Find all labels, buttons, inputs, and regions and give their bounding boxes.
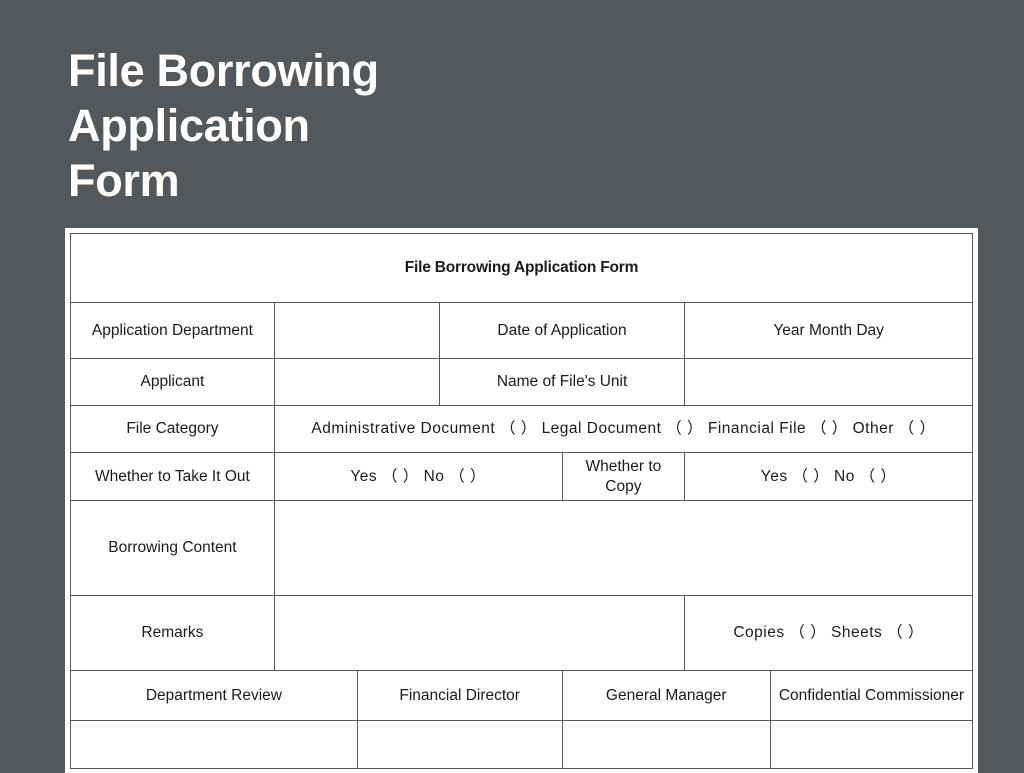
document-panel: File Borrowing Application Form Applicat… bbox=[65, 228, 978, 773]
take-it-out-options[interactable]: Yes （ ） No （ ） bbox=[273, 452, 563, 501]
application-department-label: Application Department bbox=[70, 302, 275, 359]
confidential-commissioner-label: Confidential Commissioner bbox=[769, 670, 974, 721]
applicant-label: Applicant bbox=[70, 358, 275, 406]
table-row-remarks: Remarks Copies （ ） Sheets （ ） bbox=[70, 595, 973, 671]
table-row-signature-headers: Department Review Financial Director Gen… bbox=[70, 670, 974, 721]
copies-sheets-counts[interactable]: Copies （ ） Sheets （ ） bbox=[684, 595, 973, 671]
borrowing-content-input[interactable] bbox=[273, 500, 974, 596]
take-it-out-label: Whether to Take It Out bbox=[70, 452, 275, 501]
applicant-input[interactable] bbox=[273, 358, 440, 406]
general-manager-input[interactable] bbox=[561, 720, 771, 769]
financial-director-label: Financial Director bbox=[356, 670, 563, 721]
whether-to-copy-options[interactable]: Yes （ ） No （ ） bbox=[684, 452, 973, 501]
remarks-input[interactable] bbox=[273, 595, 686, 671]
form-title: File Borrowing Application Form bbox=[70, 233, 973, 303]
table-row-application-department: Application Department Date of Applicati… bbox=[70, 302, 973, 359]
whether-to-copy-label: Whether to Copy bbox=[561, 452, 686, 501]
department-review-input[interactable] bbox=[70, 720, 358, 769]
date-of-application-input[interactable]: Year Month Day bbox=[684, 302, 973, 359]
general-manager-label: General Manager bbox=[561, 670, 771, 721]
table-row-file-category: File Category Administrative Document （ … bbox=[70, 405, 974, 453]
slide: File Borrowing Application Form File Bor… bbox=[0, 0, 1024, 773]
file-category-options[interactable]: Administrative Document （ ） Legal Docume… bbox=[273, 405, 974, 453]
page-title: File Borrowing Application Form bbox=[68, 45, 379, 206]
confidential-commissioner-input[interactable] bbox=[769, 720, 974, 769]
application-department-input[interactable] bbox=[273, 302, 440, 359]
table-row-borrowing-content: Borrowing Content bbox=[70, 500, 974, 596]
table-row-applicant: Applicant Name of File's Unit bbox=[70, 358, 973, 406]
file-borrowing-form-table: File Borrowing Application Form Applicat… bbox=[70, 233, 974, 769]
borrowing-content-label: Borrowing Content bbox=[70, 500, 275, 596]
remarks-label: Remarks bbox=[70, 595, 275, 671]
file-unit-label: Name of File's Unit bbox=[438, 358, 686, 406]
file-category-label: File Category bbox=[70, 405, 275, 453]
table-row-signature-blanks bbox=[70, 720, 974, 769]
financial-director-input[interactable] bbox=[356, 720, 563, 769]
date-of-application-label: Date of Application bbox=[438, 302, 686, 359]
file-unit-input[interactable] bbox=[684, 358, 973, 406]
department-review-label: Department Review bbox=[70, 670, 358, 721]
table-row-take-it-out: Whether to Take It Out Yes （ ） No （ ） Wh… bbox=[70, 452, 973, 501]
table-row-form-title: File Borrowing Application Form bbox=[70, 233, 973, 303]
